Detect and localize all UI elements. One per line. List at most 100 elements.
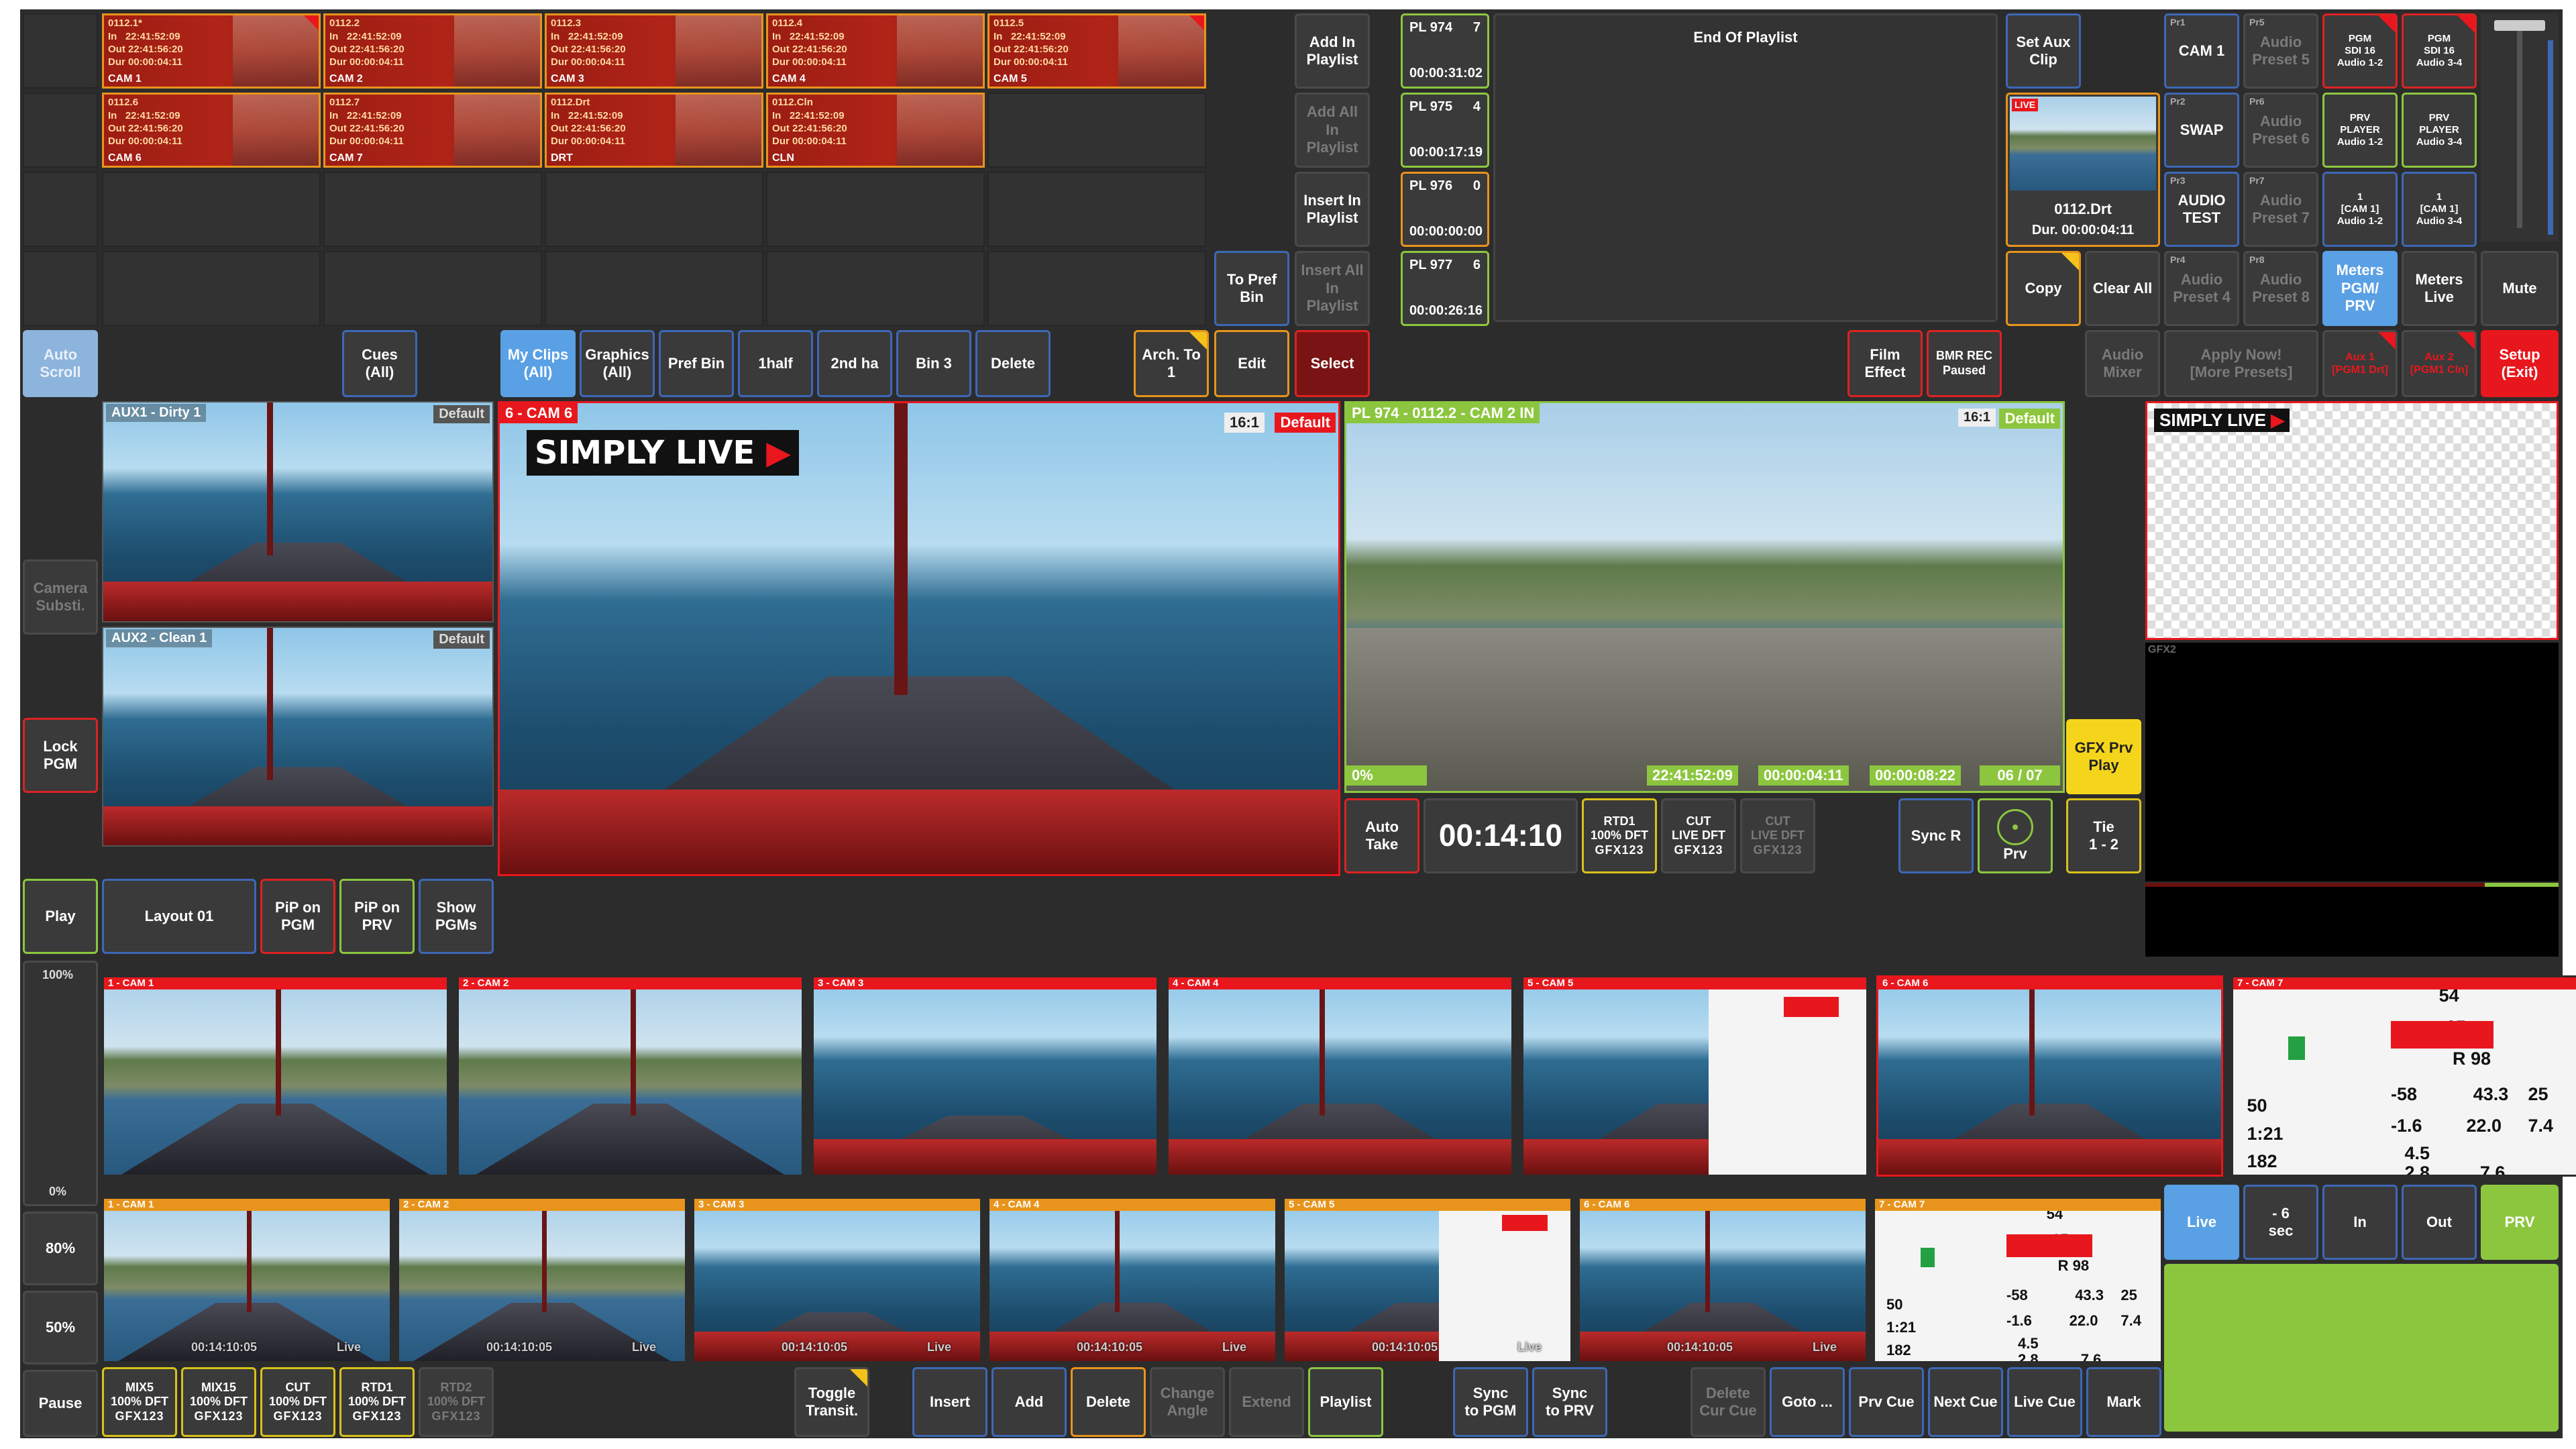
audio-preset-5-button[interactable]: Pr5 Audio Preset 5 [2243,13,2318,89]
empty-slot[interactable] [23,13,98,89]
play-button[interactable]: Play [23,879,98,954]
empty-clip-slot[interactable] [987,172,1206,247]
clip-card[interactable]: 0112.6 In 22:41:52:09 Out 22:41:56:20 Dur… [102,93,321,168]
gfx1-preview[interactable]: SIMPLY LIVE ▶ [2145,401,2559,640]
extend-button[interactable]: Extend [1229,1367,1304,1437]
prv-audio-1-2-button[interactable]: PRV PLAYER Audio 1-2 [2322,93,2398,168]
live-camera-thumbnail[interactable]: 5465R 98-5843.325-1.622.07.4501:211824.5… [2231,975,2576,1177]
cut-live-2-button[interactable]: CUT LIVE DFT GFX123 [1740,798,1815,873]
select-button[interactable]: Select [1295,330,1370,397]
empty-clip-slot[interactable] [545,172,763,247]
live-camera-thumbnail[interactable]: 2 - CAM 2 [457,975,804,1177]
clip-card[interactable]: 0112.7 In 22:41:52:09 Out 22:41:56:20 Dur… [323,93,542,168]
live-camera-thumbnail[interactable]: 4 - CAM 4 [1167,975,1513,1177]
pgm-audio-1-2-button[interactable]: PGM SDI 16 Audio 1-2 [2322,13,2398,89]
clip-card[interactable]: 0112.Drt In 22:41:52:09 Out 22:41:56:20 D… [545,93,763,168]
my-clips-button[interactable]: My Clips (All) [500,330,576,397]
prv-audio-3-4-button[interactable]: PRV PLAYER Audio 3-4 [2402,93,2477,168]
edit-button[interactable]: Edit [1214,330,1289,397]
clip-card[interactable]: 0112.5 In 22:41:52:09 Out 22:41:56:20 Dur… [987,13,1206,89]
fader-handle[interactable] [2494,20,2545,31]
live-camera-thumbnail[interactable]: 5465R 98-5843.325-1.622.07.4501:211824.5… [1873,1197,2163,1363]
aux2-route-button[interactable]: Aux 2 [PGM1 Cln] [2402,330,2477,397]
empty-slot[interactable] [23,172,98,247]
gfx-prv-play-button[interactable]: GFX Prv Play [2066,719,2141,794]
setup-exit-button[interactable]: Setup (Exit) [2481,330,2559,397]
pgm-audio-3-4-button[interactable]: PGM SDI 16 Audio 3-4 [2402,13,2477,89]
playlist-button[interactable]: Playlist [1308,1367,1383,1437]
rtd1-transition-button[interactable]: RTD1 100% DFT GFX123 [1582,798,1657,873]
live-camera-thumbnail[interactable]: 3 - CAM 3 [812,975,1159,1177]
clip-card[interactable]: 0112.2 In 22:41:52:09 Out 22:41:56:20 Dur… [323,13,542,89]
playlist-card[interactable]: PL 975 4 00:00:17:19 [1401,93,1489,168]
insert-in-playlist-button[interactable]: Insert In Playlist [1295,172,1370,247]
toggle-transition-button[interactable]: Toggle Transit. [794,1367,869,1437]
cut-live-button[interactable]: CUT LIVE DFT GFX123 [1661,798,1736,873]
meters-pgm-prv-button[interactable]: Meters PGM/ PRV [2322,251,2398,326]
rtd2-transition-button[interactable]: RTD2 100% DFT GFX123 [419,1367,494,1437]
pgm-viewer[interactable]: 6 - CAM 6 SIMPLY LIVE ▶ 16:1 Default [498,401,1340,876]
prv-viewer[interactable]: PL 974 - 0112.2 - CAM 2 IN 16:1 Default … [1344,401,2065,793]
replay-camera-thumbnail[interactable]: 6 - CAM 6 00:14:10:05 Live [1578,1197,1868,1363]
cam1-audio-1-2-button[interactable]: 1 [CAM 1] Audio 1-2 [2322,172,2398,247]
in-button[interactable]: In [2322,1185,2398,1260]
gfx2-preview[interactable]: GFX2 [2145,643,2559,881]
preset-cam1-button[interactable]: Pr1 CAM 1 [2164,13,2239,89]
clip-card[interactable]: 0112.3 In 22:41:52:09 Out 22:41:56:20 Dur… [545,13,763,89]
graphics-button[interactable]: Graphics (All) [580,330,655,397]
delete-bin-button[interactable]: Delete [975,330,1051,397]
auto-take-button[interactable]: Auto Take [1344,798,1419,873]
copy-button[interactable]: Copy [2006,251,2081,326]
delete-button[interactable]: Delete [1071,1367,1146,1437]
tie-button[interactable]: Tie 1 - 2 [2066,798,2141,873]
live-camera-thumbnail[interactable]: 5 - CAM 5 [1521,975,1868,1177]
replay-camera-thumbnail[interactable]: 4 - CAM 4 00:14:10:05 Live [987,1197,1277,1363]
mute-button[interactable]: Mute [2481,251,2559,326]
camera-substitution-button[interactable]: Camera Substi. [23,559,98,635]
audio-preset-7-button[interactable]: Pr7 Audio Preset 7 [2243,172,2318,247]
prv-cue-button[interactable]: Prv Cue [1849,1367,1924,1437]
empty-clip-slot[interactable] [323,172,542,247]
playlist-card[interactable]: PL 976 0 00:00:00:00 [1401,172,1489,247]
aux-clip-card[interactable]: LIVE 0112.Drt Dur. 00:00:04:11 [2006,93,2160,247]
cam1-audio-3-4-button[interactable]: 1 [CAM 1] Audio 3-4 [2402,172,2477,247]
apply-now-button[interactable]: Apply Now! [More Presets] [2164,330,2318,397]
add-in-playlist-button[interactable]: Add In Playlist [1295,13,1370,89]
empty-slot[interactable] [23,93,98,168]
pref-bin-button[interactable]: Pref Bin [659,330,734,397]
sync-r-button[interactable]: Sync R [1898,798,1974,873]
live-button[interactable]: Live [2164,1185,2239,1260]
playlist-content-area[interactable]: End Of Playlist [1493,13,1998,322]
aux1-viewer[interactable]: AUX1 - Dirty 1 Default [102,401,494,623]
auto-scroll-button[interactable]: Auto Scroll [23,330,98,397]
bin-1half-button[interactable]: 1half [738,330,813,397]
pip-on-pgm-button[interactable]: PiP on PGM [260,879,335,954]
replay-camera-thumbnail[interactable]: 3 - CAM 3 00:14:10:05 Live [692,1197,982,1363]
goto-button[interactable]: Goto ... [1770,1367,1845,1437]
playlist-card[interactable]: PL 974 7 00:00:31:02 [1401,13,1489,89]
prv-button[interactable]: PRV [2481,1185,2559,1260]
rtd1-transition-button[interactable]: RTD1 100% DFT GFX123 [339,1367,415,1437]
sync-to-prv-button[interactable]: Sync to PRV [1532,1367,1607,1437]
live-cue-button[interactable]: Live Cue [2007,1367,2082,1437]
layout-01-button[interactable]: Layout 01 [102,879,256,954]
empty-clip-slot[interactable] [766,251,985,326]
audio-fader[interactable] [2481,13,2559,241]
aux1-route-button[interactable]: Aux 1 [PGM1 Drt] [2322,330,2398,397]
live-camera-thumbnail[interactable]: 1 - CAM 1 [102,975,449,1177]
speed-lever[interactable]: 100% 0% [23,961,98,1206]
sync-to-pgm-button[interactable]: Sync to PGM [1453,1367,1528,1437]
empty-clip-slot[interactable] [766,172,985,247]
clip-card[interactable]: 0112.1* In 22:41:52:09 Out 22:41:56:20 Du… [102,13,321,89]
show-pgms-button[interactable]: Show PGMs [419,879,494,954]
empty-clip-slot[interactable] [987,251,1206,326]
film-effect-button[interactable]: Film Effect [1847,330,1923,397]
next-cue-button[interactable]: Next Cue [1928,1367,2003,1437]
mark-button[interactable]: Mark [2086,1367,2161,1437]
preset-audio-test-button[interactable]: Pr3 AUDIO TEST [2164,172,2239,247]
prv-jog-button[interactable]: Prv [1978,798,2053,873]
delete-cur-cue-button[interactable]: Delete Cur Cue [1690,1367,1766,1437]
empty-clip-slot[interactable] [102,251,321,326]
clear-all-button[interactable]: Clear All [2085,251,2160,326]
live-camera-thumbnail[interactable]: 6 - CAM 6 [1876,975,2223,1177]
